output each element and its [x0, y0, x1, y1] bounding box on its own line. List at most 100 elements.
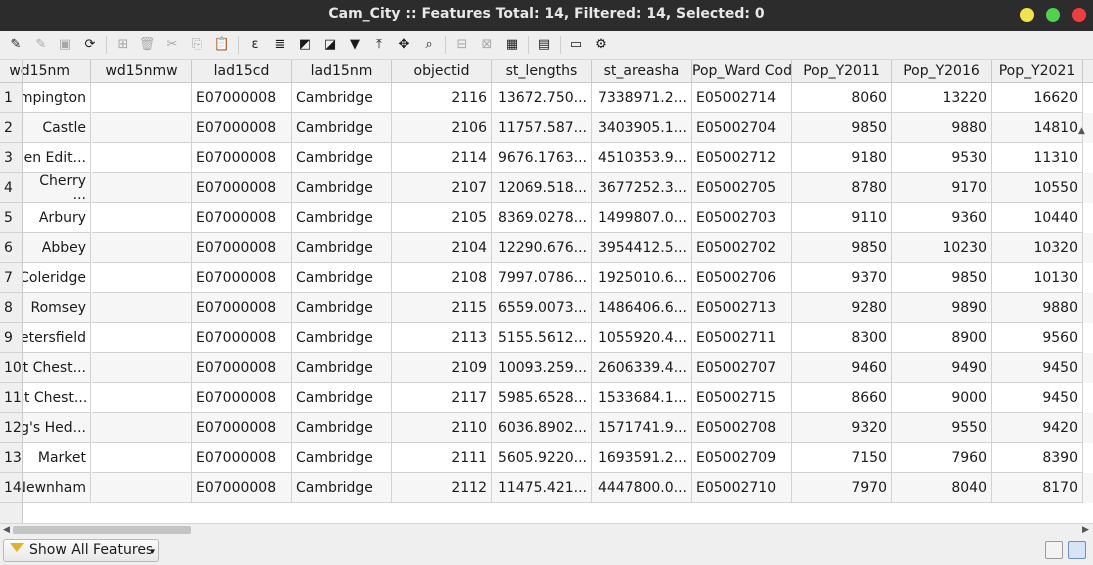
- table-cell[interactable]: [92, 173, 192, 203]
- table-cell[interactable]: 2104: [392, 233, 492, 263]
- table-cell[interactable]: Cambridge: [292, 203, 392, 233]
- table-cell[interactable]: 8660: [792, 383, 892, 413]
- table-cell[interactable]: 9000: [892, 383, 992, 413]
- toggle-multi-edit-icon[interactable]: ✎: [33, 37, 49, 53]
- table-cell[interactable]: [92, 143, 192, 173]
- row-number[interactable]: 11: [0, 383, 23, 413]
- table-cell[interactable]: Cambridge: [292, 143, 392, 173]
- table-cell[interactable]: 9170: [892, 173, 992, 203]
- row-number[interactable]: 1: [0, 83, 23, 113]
- table-cell[interactable]: E07000008: [192, 353, 292, 383]
- row-number[interactable]: 6: [0, 233, 23, 263]
- dock-table-icon[interactable]: ▭: [568, 37, 584, 53]
- table-cell[interactable]: 13672.750...: [492, 83, 592, 113]
- column-header-pop-ward-code[interactable]: Pop_Ward Code: [692, 60, 792, 83]
- row-number[interactable]: 10: [0, 353, 23, 383]
- horizontal-scrollbar[interactable]: ◀ ▶: [0, 523, 1093, 536]
- table-cell[interactable]: 2113: [392, 323, 492, 353]
- table-cell[interactable]: [92, 113, 192, 143]
- table-cell[interactable]: E05002703: [692, 203, 792, 233]
- column-header-pop-y2011[interactable]: Pop_Y2011: [792, 60, 892, 83]
- table-cell[interactable]: Cambridge: [292, 353, 392, 383]
- table-cell[interactable]: Cambridge: [292, 323, 392, 353]
- zoom-to-selected-icon[interactable]: ⌕: [421, 37, 437, 53]
- table-cell[interactable]: 4510353.9...: [592, 143, 692, 173]
- table-cell[interactable]: 3403905.1...: [592, 113, 692, 143]
- form-view-button[interactable]: [1045, 541, 1063, 559]
- table-cell[interactable]: E05002705: [692, 173, 792, 203]
- table-cell[interactable]: E07000008: [192, 203, 292, 233]
- column-header-objectid[interactable]: objectid: [392, 60, 492, 83]
- deselect-all-icon[interactable]: ◪: [322, 37, 338, 53]
- table-cell[interactable]: 12290.676...: [492, 233, 592, 263]
- column-header-lad15nm[interactable]: lad15nm: [292, 60, 392, 83]
- table-cell[interactable]: 1693591.2...: [592, 443, 692, 473]
- table-cell[interactable]: 2105: [392, 203, 492, 233]
- table-cell[interactable]: Cambridge: [292, 443, 392, 473]
- minimize-button[interactable]: [1020, 8, 1034, 22]
- save-edits-icon[interactable]: ▣: [57, 37, 73, 53]
- scroll-right-arrow-icon[interactable]: ▶: [1082, 524, 1089, 536]
- scroll-up-arrow-icon[interactable]: ▲: [1078, 126, 1085, 136]
- table-cell[interactable]: 9370: [792, 263, 892, 293]
- table-cell[interactable]: 9850: [792, 113, 892, 143]
- table-cell[interactable]: 8170: [992, 473, 1083, 503]
- table-cell[interactable]: E07000008: [192, 383, 292, 413]
- table-cell[interactable]: 9490: [892, 353, 992, 383]
- table-row[interactable]: Castle E07000008 Cambridge 2106 11757.587...…: [0, 113, 1093, 143]
- table-cell[interactable]: 9850: [892, 263, 992, 293]
- scroll-left-arrow-icon[interactable]: ◀: [3, 524, 10, 536]
- table-cell[interactable]: Cambridge: [292, 233, 392, 263]
- row-number[interactable]: 7: [0, 263, 23, 293]
- table-cell[interactable]: 2106: [392, 113, 492, 143]
- table-cell[interactable]: E07000008: [192, 263, 292, 293]
- actions-icon[interactable]: ⚙: [593, 37, 609, 53]
- table-cell[interactable]: E05002714: [692, 83, 792, 113]
- table-cell[interactable]: 6559.0073...: [492, 293, 592, 323]
- table-cell[interactable]: 9320: [792, 413, 892, 443]
- table-cell[interactable]: 10550: [992, 173, 1083, 203]
- column-header-st-lengths[interactable]: st_lengths: [492, 60, 592, 83]
- table-cell[interactable]: 2116: [392, 83, 492, 113]
- table-cell[interactable]: E07000008: [192, 83, 292, 113]
- table-cell[interactable]: 8369.0278...: [492, 203, 592, 233]
- table-cell[interactable]: 2108: [392, 263, 492, 293]
- table-cell[interactable]: E05002711: [692, 323, 792, 353]
- table-cell[interactable]: 8390: [992, 443, 1083, 473]
- table-cell[interactable]: 5605.9220...: [492, 443, 592, 473]
- table-row[interactable]: Queen Edit... E07000008 Cambridge 2114 9676.…: [0, 143, 1093, 173]
- table-cell[interactable]: 9360: [892, 203, 992, 233]
- table-cell[interactable]: Cambridge: [292, 113, 392, 143]
- table-row[interactable]: Abbey E07000008 Cambridge 2104 12290.676... 3…: [0, 233, 1093, 263]
- table-cell[interactable]: E07000008: [192, 323, 292, 353]
- table-cell[interactable]: E05002706: [692, 263, 792, 293]
- cut-icon[interactable]: ✂: [164, 37, 180, 53]
- table-cell[interactable]: 6036.8902...: [492, 413, 592, 443]
- table-row[interactable]: Market E07000008 Cambridge 2111 5605.9220...…: [0, 443, 1093, 473]
- select-by-expression-icon[interactable]: ε: [247, 37, 263, 53]
- table-row[interactable]: Trumpington E07000008 Cambridge 2116 13672.7…: [0, 83, 1093, 113]
- table-cell[interactable]: [92, 413, 192, 443]
- table-cell[interactable]: 2109: [392, 353, 492, 383]
- table-cell[interactable]: 2115: [392, 293, 492, 323]
- table-cell[interactable]: E07000008: [192, 143, 292, 173]
- table-cell[interactable]: [92, 203, 192, 233]
- table-cell[interactable]: 13220: [892, 83, 992, 113]
- table-cell[interactable]: Cambridge: [292, 413, 392, 443]
- table-row[interactable]: Petersfield E07000008 Cambridge 2113 5155.56…: [0, 323, 1093, 353]
- table-cell[interactable]: E07000008: [192, 413, 292, 443]
- table-cell[interactable]: E05002709: [692, 443, 792, 473]
- table-cell[interactable]: [92, 443, 192, 473]
- invert-selection-icon[interactable]: ◩: [297, 37, 313, 53]
- table-cell[interactable]: 1533684.1...: [592, 383, 692, 413]
- table-cell[interactable]: 4447800.0...: [592, 473, 692, 503]
- table-cell[interactable]: E07000008: [192, 113, 292, 143]
- table-cell[interactable]: 8900: [892, 323, 992, 353]
- table-cell[interactable]: 3954412.5...: [592, 233, 692, 263]
- delete-field-icon[interactable]: ⊠: [479, 37, 495, 53]
- table-cell[interactable]: Cambridge: [292, 383, 392, 413]
- row-number[interactable]: 13: [0, 443, 23, 473]
- copy-icon[interactable]: ⎘: [189, 37, 205, 53]
- table-cell[interactable]: Cambridge: [292, 173, 392, 203]
- table-cell[interactable]: 1925010.6...: [592, 263, 692, 293]
